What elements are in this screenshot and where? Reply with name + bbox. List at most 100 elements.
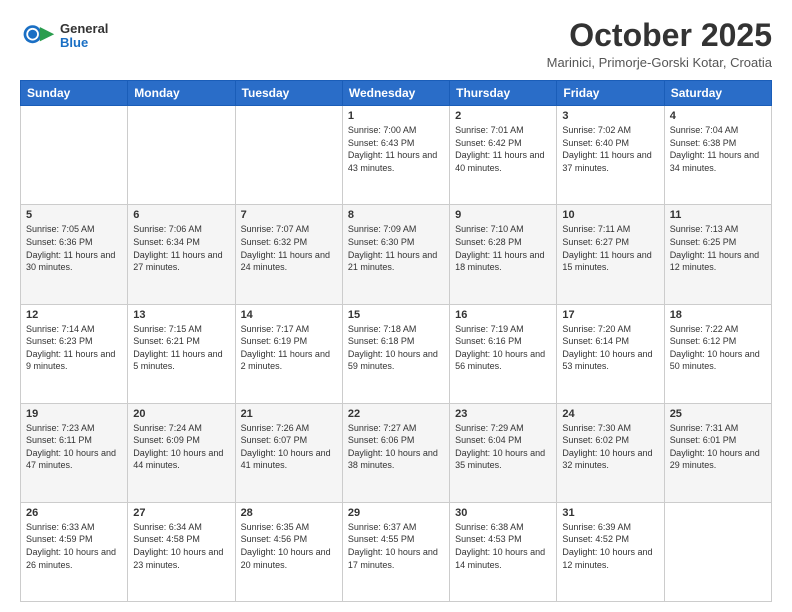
day-number: 4 — [670, 110, 766, 122]
day-number: 8 — [348, 209, 444, 221]
day-info: Sunrise: 7:30 AMSunset: 6:02 PMDaylight:… — [562, 422, 658, 472]
calendar-cell: 4Sunrise: 7:04 AMSunset: 6:38 PMDaylight… — [664, 106, 771, 205]
day-info: Sunrise: 6:34 AMSunset: 4:58 PMDaylight:… — [133, 521, 229, 571]
day-number: 22 — [348, 408, 444, 420]
calendar-cell: 13 Sunrise: 7:15 AMSunset: 6:21 PMDayligh… — [128, 304, 235, 403]
day-info: Sunrise: 7:22 AMSunset: 6:12 PMDaylight:… — [670, 323, 766, 373]
day-info: Sunrise: 6:39 AMSunset: 4:52 PMDaylight:… — [562, 521, 658, 571]
calendar-cell — [21, 106, 128, 205]
day-info: Sunrise: 7:14 AMSunset: 6:23 PMDaylight:… — [26, 323, 122, 373]
day-info: Sunrise: 6:33 AMSunset: 4:59 PMDaylight:… — [26, 521, 122, 571]
logo-text: General Blue — [60, 22, 108, 51]
calendar-cell — [235, 106, 342, 205]
day-info: Sunrise: 7:18 AMSunset: 6:18 PMDaylight:… — [348, 323, 444, 373]
day-number: 17 — [562, 309, 658, 321]
day-info: Sunrise: 7:26 AMSunset: 6:07 PMDaylight:… — [241, 422, 337, 472]
day-number: 21 — [241, 408, 337, 420]
day-info: Sunrise: 7:19 AMSunset: 6:16 PMDaylight:… — [455, 323, 551, 373]
day-number: 18 — [670, 309, 766, 321]
day-info: Sunrise: 6:38 AMSunset: 4:53 PMDaylight:… — [455, 521, 551, 571]
calendar-cell: 9Sunrise: 7:10 AMSunset: 6:28 PMDaylight… — [450, 205, 557, 304]
calendar-cell: 21 Sunrise: 7:26 AMSunset: 6:07 PMDayligh… — [235, 403, 342, 502]
day-info: Sunrise: 7:29 AMSunset: 6:04 PMDaylight:… — [455, 422, 551, 472]
day-number: 31 — [562, 507, 658, 519]
calendar-cell: 11 Sunrise: 7:13 AMSunset: 6:25 PMDayligh… — [664, 205, 771, 304]
location: Marinici, Primorje-Gorski Kotar, Croatia — [547, 55, 772, 70]
calendar-cell: 14 Sunrise: 7:17 AMSunset: 6:19 PMDayligh… — [235, 304, 342, 403]
calendar-cell: 10Sunrise: 7:11 AMSunset: 6:27 PMDayligh… — [557, 205, 664, 304]
day-number: 14 — [241, 309, 337, 321]
calendar-cell: 27 Sunrise: 6:34 AMSunset: 4:58 PMDayligh… — [128, 502, 235, 601]
calendar-cell: 16Sunrise: 7:19 AMSunset: 6:16 PMDayligh… — [450, 304, 557, 403]
header: General Blue October 2025 Marinici, Prim… — [20, 18, 772, 70]
calendar-cell: 12 Sunrise: 7:14 AMSunset: 6:23 PMDayligh… — [21, 304, 128, 403]
day-number: 5 — [26, 209, 122, 221]
title-block: October 2025 Marinici, Primorje-Gorski K… — [547, 18, 772, 70]
day-info: Sunrise: 6:37 AMSunset: 4:55 PMDaylight:… — [348, 521, 444, 571]
calendar-cell: 15Sunrise: 7:18 AMSunset: 6:18 PMDayligh… — [342, 304, 449, 403]
day-info: Sunrise: 7:07 AMSunset: 6:32 PMDaylight:… — [241, 223, 337, 273]
calendar-cell: 18 Sunrise: 7:22 AMSunset: 6:12 PMDayligh… — [664, 304, 771, 403]
day-number: 24 — [562, 408, 658, 420]
calendar-cell: 17 Sunrise: 7:20 AMSunset: 6:14 PMDayligh… — [557, 304, 664, 403]
day-info: Sunrise: 7:02 AMSunset: 6:40 PMDaylight:… — [562, 124, 658, 174]
day-number: 6 — [133, 209, 229, 221]
col-monday: Monday — [128, 81, 235, 106]
page: General Blue October 2025 Marinici, Prim… — [0, 0, 792, 612]
calendar-week-1: 1 Sunrise: 7:00 AMSunset: 6:43 PMDaylight… — [21, 106, 772, 205]
col-sunday: Sunday — [21, 81, 128, 106]
calendar-cell: 26Sunrise: 6:33 AMSunset: 4:59 PMDayligh… — [21, 502, 128, 601]
calendar-cell — [128, 106, 235, 205]
day-info: Sunrise: 7:15 AMSunset: 6:21 PMDaylight:… — [133, 323, 229, 373]
calendar-cell — [664, 502, 771, 601]
calendar-cell: 6 Sunrise: 7:06 AMSunset: 6:34 PMDaylight… — [128, 205, 235, 304]
day-number: 3 — [562, 110, 658, 122]
calendar-cell: 3 Sunrise: 7:02 AMSunset: 6:40 PMDaylight… — [557, 106, 664, 205]
day-info: Sunrise: 7:09 AMSunset: 6:30 PMDaylight:… — [348, 223, 444, 273]
month-title: October 2025 — [547, 18, 772, 53]
day-number: 27 — [133, 507, 229, 519]
day-info: Sunrise: 7:01 AMSunset: 6:42 PMDaylight:… — [455, 124, 551, 174]
logo-icon — [20, 18, 56, 54]
day-info: Sunrise: 7:10 AMSunset: 6:28 PMDaylight:… — [455, 223, 551, 273]
calendar-cell: 23Sunrise: 7:29 AMSunset: 6:04 PMDayligh… — [450, 403, 557, 502]
calendar-cell: 25Sunrise: 7:31 AMSunset: 6:01 PMDayligh… — [664, 403, 771, 502]
logo-general-text: General — [60, 22, 108, 36]
logo-blue-text: Blue — [60, 36, 108, 50]
calendar-week-5: 26Sunrise: 6:33 AMSunset: 4:59 PMDayligh… — [21, 502, 772, 601]
calendar-cell: 20Sunrise: 7:24 AMSunset: 6:09 PMDayligh… — [128, 403, 235, 502]
day-info: Sunrise: 7:20 AMSunset: 6:14 PMDaylight:… — [562, 323, 658, 373]
col-wednesday: Wednesday — [342, 81, 449, 106]
calendar-cell: 22 Sunrise: 7:27 AMSunset: 6:06 PMDayligh… — [342, 403, 449, 502]
calendar-cell: 2 Sunrise: 7:01 AMSunset: 6:42 PMDaylight… — [450, 106, 557, 205]
day-number: 12 — [26, 309, 122, 321]
calendar-cell: 28Sunrise: 6:35 AMSunset: 4:56 PMDayligh… — [235, 502, 342, 601]
day-number: 28 — [241, 507, 337, 519]
day-info: Sunrise: 7:23 AMSunset: 6:11 PMDaylight:… — [26, 422, 122, 472]
col-tuesday: Tuesday — [235, 81, 342, 106]
day-number: 11 — [670, 209, 766, 221]
day-info: Sunrise: 7:27 AMSunset: 6:06 PMDaylight:… — [348, 422, 444, 472]
calendar-week-3: 12 Sunrise: 7:14 AMSunset: 6:23 PMDayligh… — [21, 304, 772, 403]
day-number: 30 — [455, 507, 551, 519]
day-number: 20 — [133, 408, 229, 420]
day-info: Sunrise: 7:17 AMSunset: 6:19 PMDaylight:… — [241, 323, 337, 373]
calendar-cell: 7Sunrise: 7:07 AMSunset: 6:32 PMDaylight… — [235, 205, 342, 304]
day-info: Sunrise: 7:13 AMSunset: 6:25 PMDaylight:… — [670, 223, 766, 273]
day-info: Sunrise: 7:00 AMSunset: 6:43 PMDaylight:… — [348, 124, 444, 174]
day-number: 19 — [26, 408, 122, 420]
calendar-cell: 19 Sunrise: 7:23 AMSunset: 6:11 PMDayligh… — [21, 403, 128, 502]
day-number: 13 — [133, 309, 229, 321]
col-friday: Friday — [557, 81, 664, 106]
calendar-week-2: 5 Sunrise: 7:05 AMSunset: 6:36 PMDaylight… — [21, 205, 772, 304]
day-number: 2 — [455, 110, 551, 122]
calendar-cell: 29 Sunrise: 6:37 AMSunset: 4:55 PMDayligh… — [342, 502, 449, 601]
day-info: Sunrise: 7:05 AMSunset: 6:36 PMDaylight:… — [26, 223, 122, 273]
calendar-cell: 1 Sunrise: 7:00 AMSunset: 6:43 PMDaylight… — [342, 106, 449, 205]
logo: General Blue — [20, 18, 108, 54]
day-number: 29 — [348, 507, 444, 519]
day-info: Sunrise: 7:06 AMSunset: 6:34 PMDaylight:… — [133, 223, 229, 273]
calendar-cell: 24 Sunrise: 7:30 AMSunset: 6:02 PMDayligh… — [557, 403, 664, 502]
day-number: 1 — [348, 110, 444, 122]
calendar-week-4: 19 Sunrise: 7:23 AMSunset: 6:11 PMDayligh… — [21, 403, 772, 502]
